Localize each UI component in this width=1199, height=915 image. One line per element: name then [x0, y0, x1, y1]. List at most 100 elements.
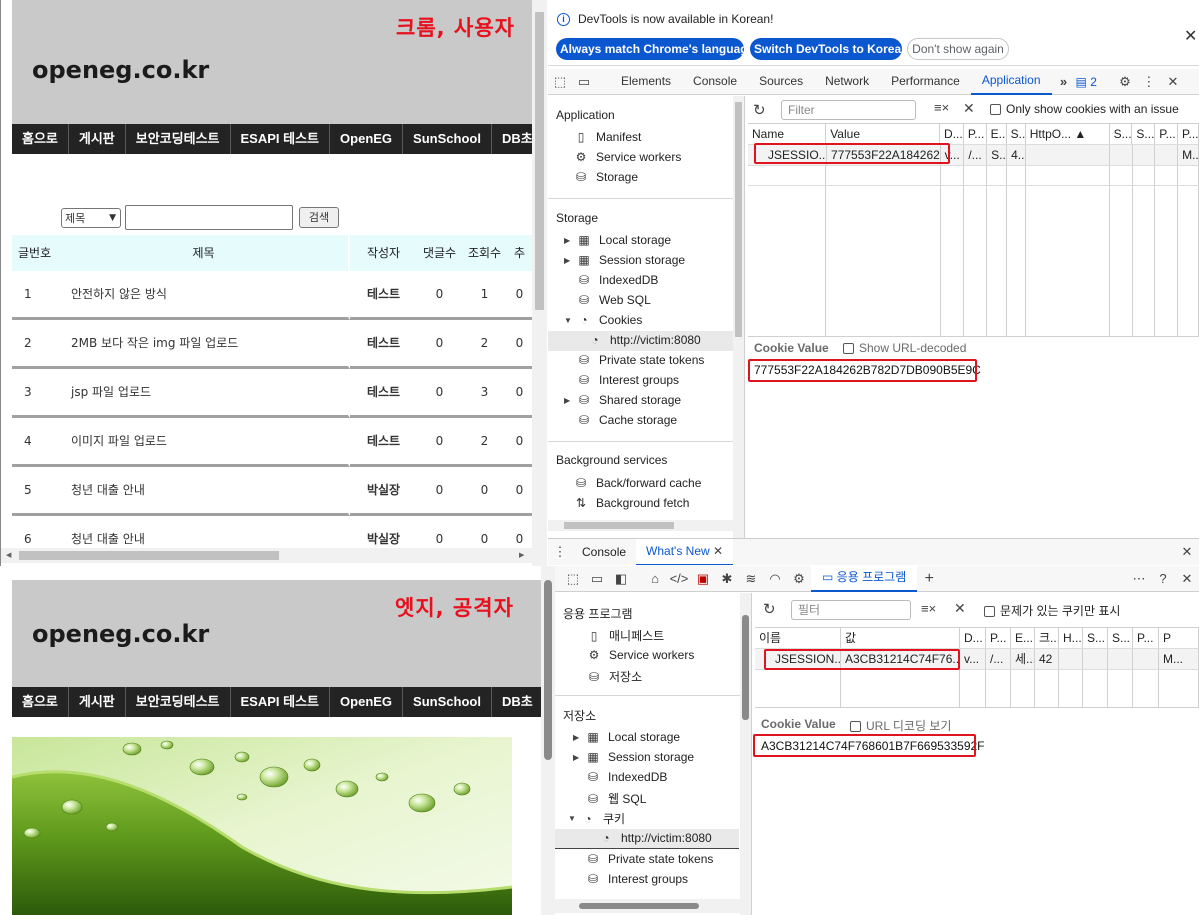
- col-httponly[interactable]: HttpO... ▲: [1026, 124, 1110, 144]
- drawer-menu-icon[interactable]: ⋮: [548, 544, 572, 560]
- col-name[interactable]: 이름: [755, 628, 841, 648]
- nav-db[interactable]: DB초: [492, 687, 541, 717]
- checkbox-box[interactable]: [850, 721, 861, 733]
- sidebar-item-session-storage[interactable]: ▶ ▦ Session storage: [564, 253, 685, 267]
- tab-console[interactable]: Console: [682, 69, 748, 94]
- sidebar-item-private-state-tokens[interactable]: ⛁ Private state tokens: [577, 353, 704, 367]
- add-tab-icon[interactable]: +: [917, 570, 941, 588]
- cookie-filter-input[interactable]: Filter: [781, 100, 916, 120]
- nav-openeg[interactable]: OpenEG: [330, 687, 404, 717]
- device-toolbar-icon[interactable]: ▭: [572, 74, 596, 90]
- issues-badge[interactable]: ▤ 2: [1076, 75, 1097, 89]
- sidebar-item-storage[interactable]: ⛁ 저장소: [587, 668, 642, 685]
- row-title-link[interactable]: jsp 파일 업로드: [59, 369, 350, 418]
- only-issue-checkbox[interactable]: Only show cookies with an issue: [990, 102, 1179, 116]
- sidebar-item-bfcache[interactable]: ⛁ Back/forward cache: [574, 476, 701, 490]
- sidebar-item-private-state-tokens[interactable]: ⛁ Private state tokens: [586, 852, 713, 866]
- row-title-link[interactable]: 청년 대출 안내: [59, 467, 350, 516]
- clear-filtered-icon[interactable]: ≡×: [934, 100, 949, 115]
- col-size[interactable]: 크...: [1035, 628, 1059, 648]
- sidebar-item-cache-storage[interactable]: ⛁ Cache storage: [577, 413, 677, 427]
- sidebar-item-service-workers[interactable]: ⚙ Service workers: [574, 150, 682, 164]
- delete-cookie-icon[interactable]: ✕: [954, 600, 966, 617]
- match-language-button[interactable]: Always match Chrome's language: [556, 38, 754, 60]
- only-issue-checkbox[interactable]: 문제가 있는 쿠키만 표시: [984, 602, 1120, 619]
- expand-triangle-icon[interactable]: ▶: [573, 753, 583, 762]
- sidebar-item-interest-groups[interactable]: ⛁ Interest groups: [577, 373, 679, 387]
- col-priority[interactable]: P: [1159, 628, 1199, 648]
- col-path[interactable]: P...: [964, 124, 987, 144]
- checkbox-box[interactable]: [984, 606, 995, 618]
- nav-secure-coding[interactable]: 보안코딩테스트: [126, 124, 231, 154]
- sidebar-item-web-sql[interactable]: ⛁ Web SQL: [577, 293, 651, 307]
- tab-sources[interactable]: Sources: [748, 69, 814, 94]
- col-name[interactable]: Name: [748, 124, 827, 144]
- sidebar-hscrollbar[interactable]: [555, 899, 740, 913]
- page-vscrollbar[interactable]: [541, 566, 555, 915]
- expand-triangle-icon[interactable]: ▶: [564, 236, 574, 245]
- sidebar-item-background-fetch[interactable]: ⇅ Background fetch: [574, 496, 689, 510]
- site-logo[interactable]: openeg.co.kr: [32, 56, 209, 84]
- col-samesite[interactable]: S...: [1132, 124, 1156, 144]
- cookie-row-jsessionid[interactable]: JSESSIO... 777553F22A184262... v... /...…: [748, 145, 1199, 166]
- sidebar-item-storage[interactable]: ⛁ Storage: [574, 170, 638, 184]
- col-secure[interactable]: S...: [1110, 124, 1133, 144]
- expand-triangle-icon[interactable]: ▶: [564, 256, 574, 265]
- sidebar-vscroll-thumb[interactable]: [742, 615, 749, 720]
- sidebar-item-local-storage[interactable]: ▶ ▦ Local storage: [573, 730, 680, 744]
- page-vscroll-thumb[interactable]: [535, 12, 544, 310]
- row-title-link[interactable]: 이미지 파일 업로드: [59, 418, 350, 467]
- dock-side-icon[interactable]: ◧: [609, 571, 633, 587]
- memory-chip-icon[interactable]: ⚙: [787, 571, 811, 587]
- nav-secure-coding[interactable]: 보안코딩테스트: [126, 687, 231, 717]
- sidebar-hscroll-thumb[interactable]: [579, 903, 699, 909]
- drawer-tab-console[interactable]: Console: [572, 540, 636, 565]
- tab-network[interactable]: Network: [814, 69, 880, 94]
- cookie-value-text[interactable]: A3CB31214C74F768601B7F669533592F: [761, 739, 985, 753]
- page-hscroll-thumb[interactable]: [19, 551, 279, 560]
- col-path[interactable]: P...: [986, 628, 1011, 648]
- more-options-icon[interactable]: ⋯: [1127, 571, 1151, 587]
- device-emulation-icon[interactable]: ▭: [585, 571, 609, 587]
- switch-korean-button[interactable]: Switch DevTools to Korean: [750, 38, 908, 60]
- sources-bug-icon[interactable]: ✱: [715, 571, 739, 587]
- nav-home[interactable]: 홈으로: [12, 687, 69, 717]
- expand-triangle-icon[interactable]: ▶: [573, 733, 583, 742]
- sidebar-item-shared-storage[interactable]: ▶ ⛁ Shared storage: [564, 393, 681, 407]
- sidebar-hscroll-thumb[interactable]: [564, 522, 674, 529]
- col-partition[interactable]: P...: [1133, 628, 1159, 648]
- cookie-row-jsessionid[interactable]: JSESSION... A3CB31214C74F76... v... /...…: [755, 649, 1199, 670]
- site-logo[interactable]: openeg.co.kr: [32, 620, 209, 648]
- sidebar-item-service-workers[interactable]: ⚙ Service workers: [587, 648, 695, 662]
- collapse-triangle-icon[interactable]: ▼: [568, 814, 578, 823]
- sidebar-item-session-storage[interactable]: ▶ ▦ Session storage: [573, 750, 694, 764]
- refresh-icon[interactable]: ↻: [763, 600, 776, 618]
- page-vscroll-thumb[interactable]: [544, 580, 552, 760]
- tab-application[interactable]: Application: [970, 68, 1052, 95]
- cookie-filter-input[interactable]: 필터: [791, 600, 911, 620]
- sidebar-hscrollbar[interactable]: [548, 520, 733, 531]
- nav-sunschool[interactable]: SunSchool: [403, 687, 492, 717]
- scroll-right-arrow-icon[interactable]: ▶: [519, 551, 524, 559]
- checkbox-box[interactable]: [843, 343, 854, 355]
- sidebar-vscrollbar[interactable]: [733, 96, 744, 538]
- nav-board[interactable]: 게시판: [69, 687, 126, 717]
- help-icon[interactable]: ?: [1151, 571, 1175, 586]
- console-error-icon[interactable]: ▣: [691, 571, 715, 587]
- elements-code-icon[interactable]: </>: [667, 571, 691, 586]
- nav-openeg[interactable]: OpenEG: [330, 124, 404, 154]
- sidebar-item-interest-groups[interactable]: ⛁ Interest groups: [586, 872, 688, 886]
- welcome-home-icon[interactable]: ⌂: [643, 571, 667, 586]
- row-title-link[interactable]: 2MB 보다 작은 img 파일 업로드: [59, 320, 350, 369]
- col-expires[interactable]: E...: [1011, 628, 1035, 648]
- col-samesite[interactable]: S...: [1108, 628, 1133, 648]
- nav-esapi[interactable]: ESAPI 테스트: [231, 687, 331, 717]
- sidebar-item-indexeddb[interactable]: ⛁ IndexedDB: [586, 770, 667, 784]
- col-domain[interactable]: D...: [940, 124, 964, 144]
- tab-application[interactable]: ▭ 응용 프로그램: [811, 566, 918, 592]
- close-infobar-icon[interactable]: ✕: [1184, 26, 1197, 46]
- sidebar-item-cookies[interactable]: ▼ ◔ 쿠키: [568, 810, 625, 827]
- sidebar-vscroll-thumb[interactable]: [735, 102, 742, 337]
- checkbox-box[interactable]: [990, 104, 1001, 116]
- more-tabs-icon[interactable]: »: [1052, 74, 1076, 89]
